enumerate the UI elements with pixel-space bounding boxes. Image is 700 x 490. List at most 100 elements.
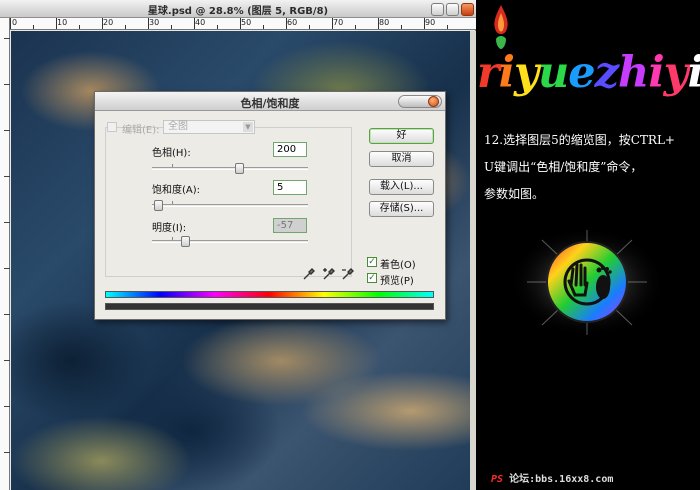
- instruction-line: 参数如图。: [484, 187, 545, 201]
- ruler-tick: [355, 25, 356, 29]
- ruler-tick: [263, 25, 264, 29]
- saturation-slider-thumb[interactable]: [154, 200, 163, 211]
- lightness-slider-track[interactable]: [152, 240, 308, 243]
- edit-select: 全图 ▼: [163, 120, 255, 134]
- ruler-number: 80: [379, 18, 390, 27]
- ruler-tick: [332, 18, 333, 29]
- ruler-tick: [447, 25, 448, 29]
- hue-input[interactable]: 200: [273, 142, 307, 157]
- chevron-down-icon: ▼: [243, 122, 253, 132]
- ruler-tick: [401, 25, 402, 29]
- hue-saturation-dialog: 色相/饱和度 编辑(E): 全图 ▼ 色相(H): 200 饱和度(A): 5 …: [94, 91, 446, 320]
- colorize-checkbox[interactable]: ✓: [367, 257, 377, 267]
- edit-group-box: [105, 127, 352, 277]
- ruler-number: 30: [149, 18, 160, 27]
- dialog-title: 色相/饱和度: [240, 97, 300, 110]
- ruler-tick: [4, 406, 10, 407]
- ruler-number: 50: [241, 18, 252, 27]
- lightness-label: 明度(I):: [152, 223, 187, 234]
- ruler-tick: [194, 18, 195, 29]
- brand-letter: e: [568, 48, 595, 98]
- brand-letter: u: [538, 48, 569, 98]
- ruler-tick: [378, 18, 379, 29]
- lightness-slider-thumb[interactable]: [181, 236, 190, 247]
- ruler-tick: [56, 18, 57, 29]
- instruction-line: 12.选择图层5的缩览图，按CTRL+: [484, 133, 675, 147]
- hue-slider-thumb[interactable]: [235, 163, 244, 174]
- brand-letter: i: [498, 48, 515, 98]
- eyedropper-icon[interactable]: [302, 267, 316, 281]
- saturation-label: 饱和度(A):: [152, 185, 201, 196]
- brand-letter: i: [688, 48, 700, 98]
- edit-label: 编辑(E):: [122, 125, 160, 136]
- hue-spectrum-bar: [105, 291, 434, 298]
- brand-letter: y: [514, 48, 539, 98]
- ruler-number: 90: [425, 18, 436, 27]
- document-titlebar[interactable]: 星球.psd @ 28.8% (图层 5, RGB/8): [0, 0, 476, 18]
- close-button[interactable]: [461, 3, 474, 16]
- ruler-number: 60: [287, 18, 298, 27]
- cancel-button[interactable]: 取消: [369, 151, 434, 167]
- hue-label: 色相(H):: [152, 148, 191, 159]
- lightness-input[interactable]: -57: [273, 218, 307, 233]
- vertical-ruler: [0, 18, 10, 490]
- ps-logo-text: PS: [491, 474, 504, 485]
- lightness-slider-center-tick: [172, 237, 173, 240]
- saturation-slider-track[interactable]: [152, 204, 308, 207]
- ruler-tick: [309, 25, 310, 29]
- minimize-button[interactable]: [431, 3, 444, 16]
- instructions-text: 12.选择图层5的缩览图，按CTRL+ U键调出“色相/饱和度”命令， 参数如图…: [484, 127, 699, 208]
- ruler-number: 70: [333, 18, 344, 27]
- ruler-tick: [4, 314, 10, 315]
- tutorial-panel: riyuezhiyi 12.选择图层5的缩览图，按CTRL+ U键调出“色相/饱…: [477, 0, 700, 490]
- ruler-tick: [286, 18, 287, 29]
- ruler-tick: [4, 38, 10, 39]
- ruler-tick: [148, 18, 149, 29]
- ruler-tick: [4, 176, 10, 177]
- document-title: 星球.psd @ 28.8% (图层 5, RGB/8): [147, 6, 329, 17]
- horizontal-ruler: 0 10 20 30 40 50 60 70 80 90: [10, 18, 476, 30]
- ruler-tick: [33, 25, 34, 29]
- saturation-slider-center-tick: [172, 201, 173, 204]
- eyedropper-plus-icon[interactable]: [322, 267, 336, 281]
- load-button[interactable]: 载入(L)...: [369, 179, 434, 195]
- sun-moon-logo-icon: [509, 227, 665, 337]
- save-button[interactable]: 存储(S)...: [369, 201, 434, 217]
- eyedropper-minus-icon[interactable]: [341, 267, 355, 281]
- brand-letter: z: [594, 48, 619, 98]
- brand-letter: r: [477, 48, 500, 98]
- ruler-number: 40: [195, 18, 206, 27]
- ruler-number: 10: [57, 18, 68, 27]
- ruler-tick: [102, 18, 103, 29]
- edit-select-value: 全图: [168, 121, 188, 132]
- vertical-scrollbar[interactable]: [470, 31, 476, 490]
- maximize-button[interactable]: [446, 3, 459, 16]
- dialog-titlebar[interactable]: 色相/饱和度: [95, 92, 445, 111]
- preview-label: 预览(P): [380, 276, 414, 287]
- ruler-tick: [79, 25, 80, 29]
- brand-letter: y: [663, 48, 689, 98]
- ruler-tick: [125, 25, 126, 29]
- ruler-tick: [217, 25, 218, 29]
- flame-icon: [494, 5, 508, 49]
- ruler-tick: [4, 84, 10, 85]
- hue-result-bar: [105, 303, 434, 310]
- ruler-tick: [4, 360, 10, 361]
- ruler-tick: [4, 268, 10, 269]
- edit-checkbox: [107, 122, 117, 132]
- ruler-tick: [4, 130, 10, 131]
- brand-logo-text: riyuezhiyi: [477, 48, 700, 98]
- forum-credit: PS 论坛:bbs.16xx8.com: [491, 470, 613, 485]
- ok-button[interactable]: 好: [369, 128, 434, 144]
- hue-slider-center-tick: [172, 164, 173, 167]
- brand-letter: h: [618, 48, 649, 98]
- ruler-tick: [4, 452, 10, 453]
- ruler-tick: [4, 222, 10, 223]
- ruler-number: 20: [103, 18, 114, 27]
- dialog-close-button[interactable]: [428, 96, 439, 107]
- hue-slider-track[interactable]: [152, 167, 308, 170]
- ruler-tick: [171, 25, 172, 29]
- instruction-line: U键调出“色相/饱和度”命令，: [484, 160, 643, 174]
- saturation-input[interactable]: 5: [273, 180, 307, 195]
- preview-checkbox[interactable]: ✓: [367, 273, 377, 283]
